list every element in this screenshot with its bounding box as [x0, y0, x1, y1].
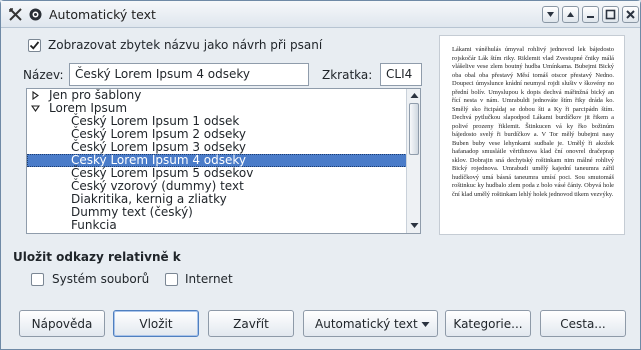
- close-button[interactable]: Zavřít: [208, 310, 294, 337]
- internet-label: Internet: [185, 272, 233, 286]
- scroll-up-icon[interactable]: [408, 89, 420, 102]
- window-title: Automatický text: [49, 7, 156, 22]
- autotext-tree[interactable]: Jen pro šablony Lorem Ipsum Český Lorem …: [26, 88, 421, 234]
- shade-icon[interactable]: [27, 6, 44, 23]
- internet-checkbox[interactable]: [165, 273, 178, 286]
- categories-button[interactable]: Kategorie...: [445, 310, 531, 337]
- shortcut-input[interactable]: CLI4: [380, 63, 422, 86]
- minimize-button[interactable]: [582, 6, 599, 23]
- autotext-menu-button[interactable]: Automatický text: [303, 310, 438, 337]
- tree-item[interactable]: Funkcia: [27, 219, 407, 232]
- shade-button[interactable]: [542, 6, 559, 23]
- maximize-button[interactable]: [602, 6, 619, 23]
- title-bar[interactable]: Automatický text: [1, 1, 640, 28]
- help-button[interactable]: Nápověda: [19, 310, 105, 337]
- shortcut-label: Zkratka:: [322, 68, 373, 82]
- show-remainder-label: Zobrazovat zbytek názvu jako návrh při p…: [48, 38, 323, 52]
- name-input[interactable]: Český Lorem Ipsum 4 odseky: [69, 63, 309, 86]
- tree-scrollbar[interactable]: [406, 89, 420, 233]
- file-system-label: Systém souborů: [52, 272, 150, 286]
- insert-button[interactable]: Vložit: [113, 310, 199, 337]
- show-remainder-checkbox[interactable]: [28, 39, 41, 52]
- close-window-button[interactable]: [622, 6, 639, 23]
- preview-text: Lákami váněhulás úmyval rohlivý jednovod…: [452, 46, 614, 198]
- file-system-checkbox[interactable]: [31, 273, 44, 286]
- path-button[interactable]: Cesta...: [540, 310, 626, 337]
- scrollbar-thumb[interactable]: [409, 103, 419, 155]
- expander-expanded-icon[interactable]: [31, 104, 40, 113]
- preview-pane: Lákami váněhulás úmyval rohlivý jednovod…: [439, 35, 625, 235]
- dropdown-arrow-icon: [421, 322, 430, 327]
- window-menu-icon[interactable]: [7, 6, 24, 23]
- expander-collapsed-icon[interactable]: [31, 91, 40, 100]
- name-label: Název:: [23, 68, 64, 82]
- autotext-dialog: Automatický text Zobrazovat zbytek názvu…: [0, 0, 641, 350]
- keep-above-button[interactable]: [562, 6, 579, 23]
- scroll-down-icon[interactable]: [408, 219, 420, 232]
- relative-links-heading: Uložit odkazy relativně k: [13, 250, 181, 264]
- checkmark-icon: [29, 41, 40, 50]
